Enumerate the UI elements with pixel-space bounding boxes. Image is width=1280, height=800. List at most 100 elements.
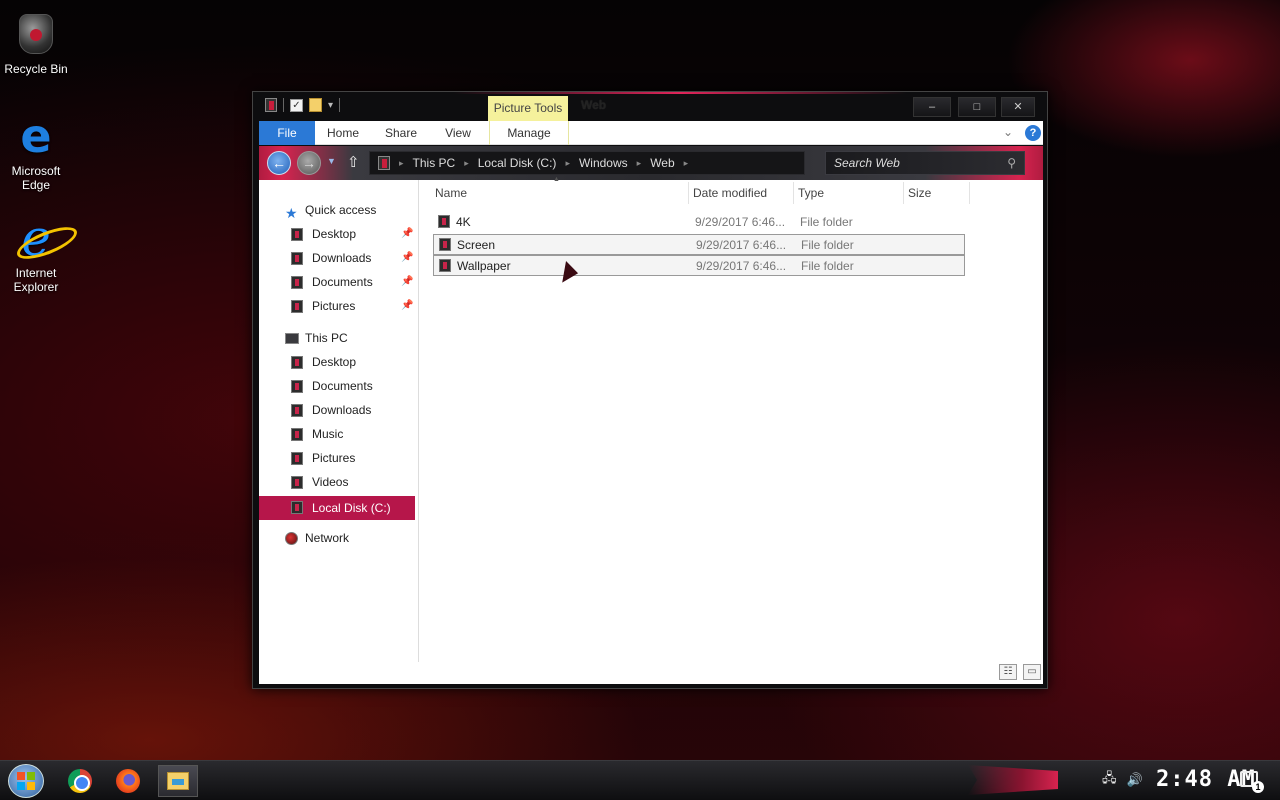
notification-count-badge: 1 [1252, 781, 1264, 793]
chevron-right-icon[interactable]: ▸ [461, 152, 472, 174]
folder-icon [439, 238, 451, 251]
pin-icon[interactable]: 📌 [401, 247, 413, 269]
up-arrow-icon[interactable]: ⇧ [347, 153, 360, 171]
maximize-button[interactable]: □ [958, 97, 996, 117]
new-folder-icon[interactable] [309, 98, 322, 112]
desktop-folder-icon [291, 228, 303, 241]
tab-view[interactable]: View [435, 121, 481, 145]
taskbar-chrome[interactable] [60, 765, 100, 797]
downloads-folder-icon [291, 404, 303, 417]
nav-this-pc[interactable]: This PC [259, 327, 415, 349]
list-item[interactable]: Wallpaper 9/29/2017 6:46... File folder [433, 255, 965, 276]
start-button[interactable] [8, 764, 44, 798]
tab-home[interactable]: Home [319, 121, 367, 145]
window-title: Web [581, 98, 607, 112]
network-tray-icon[interactable]: 🖧 [1102, 769, 1117, 791]
breadcrumb: ▸ This PC ▸ Local Disk (C:) ▸ Windows ▸ … [396, 152, 691, 174]
file-date-modified: 9/29/2017 6:46... [696, 238, 787, 252]
nav-pc-videos[interactable]: Videos [259, 471, 415, 493]
documents-folder-icon [291, 380, 303, 393]
search-input[interactable]: Search Web ⚲ [825, 151, 1025, 175]
navigation-pane[interactable]: ★ Quick access Desktop 📌 Downloads 📌 Doc… [259, 180, 419, 662]
file-date-modified: 9/29/2017 6:46... [696, 259, 787, 273]
taskbar-decoration [968, 765, 1058, 795]
view-toggle: ☷ ▭ [999, 664, 1041, 680]
list-item[interactable]: Screen 9/29/2017 6:46... File folder [433, 234, 965, 255]
file-explorer-icon [167, 772, 189, 790]
ribbon-tabs: File Home Share View Manage ⌄ ? [259, 121, 1043, 145]
nav-pc-music[interactable]: Music [259, 423, 415, 445]
chevron-right-icon[interactable]: ▸ [396, 152, 407, 174]
toolbar-divider [283, 98, 284, 112]
desktop-folder-icon [291, 356, 303, 369]
forward-button[interactable]: → [297, 151, 321, 175]
details-view-icon[interactable]: ☷ [999, 664, 1017, 680]
folder-icon [439, 259, 451, 272]
chevron-right-icon[interactable]: ▸ [562, 152, 573, 174]
search-icon[interactable]: ⚲ [1007, 156, 1016, 170]
file-name: 4K [456, 215, 471, 229]
file-explorer-window: ✓ ▾ Picture Tools Web – □ ✕ File Home Sh… [252, 91, 1048, 689]
tab-manage[interactable]: Manage [489, 121, 569, 145]
nav-network[interactable]: Network [259, 527, 415, 549]
file-type: File folder [800, 215, 853, 229]
volume-icon[interactable]: 🔊 [1127, 772, 1143, 788]
nav-pc-local-disk[interactable]: Local Disk (C:) [259, 496, 415, 520]
taskbar: 🖧 🔊 2:48 AM 1 [0, 760, 1280, 800]
nav-quick-pictures[interactable]: Pictures 📌 [259, 295, 415, 317]
desktop-icon-microsoft-edge[interactable]: e Microsoft Edge [0, 112, 76, 192]
expand-ribbon-chevron-icon[interactable]: ⌄ [1003, 125, 1013, 139]
column-header-size[interactable]: Size [904, 182, 970, 204]
nav-quick-desktop[interactable]: Desktop 📌 [259, 223, 415, 245]
list-item[interactable]: 4K 9/29/2017 6:46... File folder [433, 212, 965, 233]
nav-quick-documents[interactable]: Documents 📌 [259, 271, 415, 293]
desktop-icon-internet-explorer[interactable]: e Internet Explorer [0, 213, 76, 294]
quick-access-toolbar: ✓ ▾ [265, 98, 341, 112]
close-button[interactable]: ✕ [1001, 97, 1035, 117]
taskbar-file-explorer[interactable] [158, 765, 198, 797]
breadcrumb-local-disk[interactable]: Local Disk (C:) [472, 152, 563, 174]
explorer-body: ★ Quick access Desktop 📌 Downloads 📌 Doc… [259, 176, 1043, 684]
recycle-bin-icon [12, 10, 60, 58]
column-header-name[interactable]: Name [431, 182, 689, 204]
file-name: Wallpaper [457, 259, 511, 273]
pin-icon[interactable]: 📌 [401, 223, 413, 245]
sort-up-icon: ▲ [553, 176, 560, 183]
breadcrumb-this-pc[interactable]: This PC [407, 152, 462, 174]
taskbar-firefox[interactable] [108, 765, 148, 797]
customize-toolbar-caret-icon[interactable]: ▾ [328, 100, 333, 111]
nav-pc-documents[interactable]: Documents [259, 375, 415, 397]
column-header-date-modified[interactable]: Date modified [689, 182, 794, 204]
tab-file[interactable]: File [259, 121, 315, 145]
back-button[interactable]: ← [267, 151, 291, 175]
picture-tools-context-tab[interactable]: Picture Tools [488, 96, 568, 122]
minimize-button[interactable]: – [913, 97, 951, 117]
pin-icon[interactable]: 📌 [401, 271, 413, 293]
chevron-right-icon[interactable]: ▸ [681, 152, 692, 174]
breadcrumb-windows[interactable]: Windows [573, 152, 634, 174]
nav-quick-downloads[interactable]: Downloads 📌 [259, 247, 415, 269]
nav-quick-access[interactable]: ★ Quick access [259, 199, 415, 221]
title-bar: ✓ ▾ Picture Tools Web – □ ✕ [253, 92, 1047, 122]
recent-locations-caret-icon[interactable]: ▼ [327, 156, 336, 166]
breadcrumb-web[interactable]: Web [644, 152, 680, 174]
help-button[interactable]: ? [1025, 125, 1041, 141]
column-header-type[interactable]: Type [794, 182, 904, 204]
desktop-icon-label: Recycle Bin [4, 62, 68, 76]
search-placeholder: Search Web [834, 156, 900, 170]
file-date-modified: 9/29/2017 6:46... [695, 215, 786, 229]
chevron-right-icon[interactable]: ▸ [634, 152, 645, 174]
app-icon[interactable] [265, 98, 277, 112]
nav-pc-pictures[interactable]: Pictures [259, 447, 415, 469]
nav-pc-downloads[interactable]: Downloads [259, 399, 415, 421]
nav-pc-desktop[interactable]: Desktop [259, 351, 415, 373]
pin-icon[interactable]: 📌 [401, 295, 413, 317]
downloads-folder-icon [291, 252, 303, 265]
properties-icon[interactable]: ✓ [290, 98, 303, 112]
address-bar[interactable]: ▸ This PC ▸ Local Disk (C:) ▸ Windows ▸ … [369, 151, 805, 175]
desktop-icon-label: Internet Explorer [13, 266, 59, 294]
desktop-icon-recycle-bin[interactable]: Recycle Bin [0, 10, 76, 76]
large-icons-view-icon[interactable]: ▭ [1023, 664, 1041, 680]
column-headers: Name Date modified Type Size ▲ [431, 176, 1043, 204]
tab-share[interactable]: Share [377, 121, 425, 145]
